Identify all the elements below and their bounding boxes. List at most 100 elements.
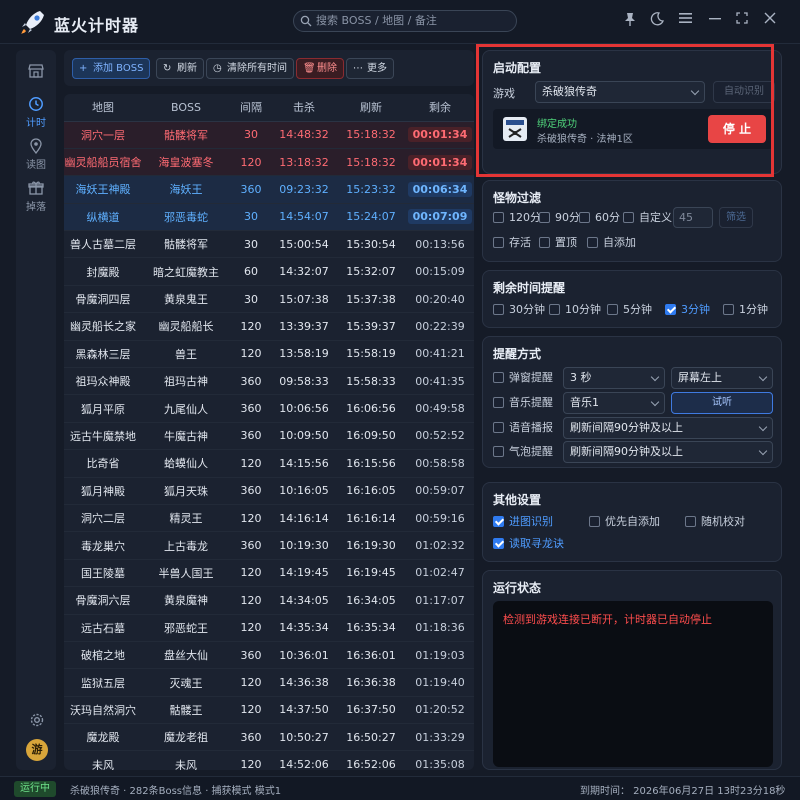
cell-refresh: 16:36:38 [336, 668, 406, 697]
maximize-icon[interactable] [734, 12, 750, 28]
filter-alive-checkbox[interactable]: 存活 [493, 236, 531, 250]
remaining-badge: 00:06:34 [407, 181, 473, 197]
column-header-remaining[interactable]: 剩余 [406, 94, 474, 122]
delete-button[interactable]: 🗑 删除 [296, 58, 344, 79]
table-row[interactable]: 毒龙巢穴 上古毒龙 360 10:19:30 16:19:30 01:02:32 [64, 531, 474, 560]
sidebar-item-drops[interactable]: 掉落 [16, 180, 56, 213]
bubble-remind-checkbox[interactable]: 气泡提醒 [493, 445, 553, 459]
menu-icon[interactable] [677, 12, 693, 28]
table-row[interactable]: 狐月平原 九尾仙人 360 10:06:56 16:06:56 00:49:58 [64, 394, 474, 423]
table-row[interactable]: 幽灵船船员宿舍 海皇波塞冬 120 13:18:32 15:18:32 00:01:34 [64, 148, 474, 177]
cell-interval: 120 [230, 586, 272, 615]
map-detect-checkbox[interactable]: 进图识别 [493, 515, 553, 529]
table-row[interactable]: 远古牛魔禁地 牛魔古神 360 10:09:50 16:09:50 00:52:52 [64, 422, 474, 451]
close-icon[interactable] [762, 12, 778, 28]
table-row[interactable]: 魔龙殿 魔龙老祖 360 10:50:27 16:50:27 01:33:29 [64, 723, 474, 752]
table-row[interactable]: 比奇省 蛤蟆仙人 120 14:15:56 16:15:56 00:58:58 [64, 449, 474, 478]
table-row[interactable]: 海妖王神殿 海妖王 360 09:23:32 15:23:32 00:06:34 [64, 175, 474, 204]
table-row[interactable]: 远古石墓 邪恶蛇王 120 14:35:34 16:35:34 01:18:36 [64, 614, 474, 642]
cell-boss: 蛤蟆仙人 [142, 449, 230, 478]
sidebar-item-timer[interactable]: 计时 [16, 96, 56, 129]
table-row[interactable]: 兽人古墓二层 骷髅将军 30 15:00:54 15:30:54 00:13:56 [64, 230, 474, 259]
table-row[interactable]: 未风 未风 120 14:52:06 16:52:06 01:35:08 [64, 750, 474, 770]
remind-3min-checkbox[interactable]: 3分钟 [665, 303, 710, 317]
table-row[interactable]: 洞穴二层 精灵王 120 14:16:14 16:16:14 00:59:16 [64, 504, 474, 533]
table-row[interactable]: 洞穴一层 骷髅将军 30 14:48:32 15:18:32 00:01:34 [64, 121, 474, 149]
refresh-button[interactable]: ↻ 刷新 [156, 58, 204, 79]
filter-120-checkbox[interactable]: 120分 [493, 211, 541, 225]
moon-icon[interactable] [649, 12, 665, 28]
filter-60-checkbox[interactable]: 60分 [579, 211, 620, 225]
voice-interval-select[interactable]: 刷新间隔90分钟及以上 [563, 417, 773, 439]
search-input[interactable]: 搜索 BOSS / 地图 / 备注 [293, 10, 517, 32]
table-row[interactable]: 骨魔洞四层 黄泉鬼王 30 15:07:38 15:37:38 00:20:40 [64, 285, 474, 314]
voice-remind-checkbox[interactable]: 语音播报 [493, 421, 553, 435]
filter-self-added-checkbox[interactable]: 自添加 [587, 236, 636, 250]
pin-icon[interactable] [622, 12, 638, 28]
cell-boss: 海皇波塞冬 [142, 148, 230, 177]
remind-5min-checkbox[interactable]: 5分钟 [607, 303, 652, 317]
table-row[interactable]: 骨魔洞六层 黄泉魔神 120 14:34:05 16:34:05 01:17:07 [64, 586, 474, 615]
popup-remind-checkbox[interactable]: 弹窗提醒 [493, 371, 553, 385]
table-row[interactable]: 监狱五层 灭魂王 120 14:36:38 16:36:38 01:19:40 [64, 668, 474, 697]
map-pin-icon [30, 138, 42, 154]
cell-refresh: 15:24:07 [336, 203, 406, 232]
table-row[interactable]: 纵横道 邪恶毒蛇 30 14:54:07 15:24:07 00:07:09 [64, 203, 474, 232]
custom-minutes-input[interactable]: 45 [673, 207, 713, 228]
read-xunlongjue-checkbox[interactable]: 读取寻龙诀 [493, 537, 564, 551]
remind-10min-checkbox[interactable]: 10分钟 [549, 303, 601, 317]
table-row[interactable]: 国王陵墓 半兽人国王 120 14:19:45 16:19:45 01:02:47 [64, 559, 474, 588]
cell-map: 监狱五层 [64, 668, 142, 697]
music-remind-checkbox[interactable]: 音乐提醒 [493, 396, 553, 410]
settings-gear-icon[interactable] [29, 712, 45, 731]
sidebar-item-read-map[interactable]: 读图 [16, 138, 56, 171]
cell-refresh: 16:16:05 [336, 477, 406, 505]
cell-refresh: 16:15:56 [336, 449, 406, 478]
table-row[interactable]: 破棺之地 盘丝大仙 360 10:36:01 16:36:01 01:19:03 [64, 641, 474, 670]
more-button[interactable]: ⋯ 更多 [346, 58, 394, 79]
table-row[interactable]: 狐月神殿 狐月天珠 360 10:16:05 16:16:05 00:59:07 [64, 477, 474, 505]
minimize-icon[interactable] [707, 12, 723, 28]
preview-sound-button[interactable]: 试听 [671, 392, 773, 414]
table-row[interactable]: 沃玛自然洞穴 骷髅王 120 14:37:50 16:37:50 01:20:52 [64, 696, 474, 725]
table-row[interactable]: 封魔殿 暗之虹魔教主 60 14:32:07 15:32:07 00:15:09 [64, 257, 474, 286]
column-header-refresh[interactable]: 刷新 [336, 94, 406, 122]
cell-remaining: 00:22:39 [406, 312, 474, 341]
cell-refresh: 15:18:32 [336, 148, 406, 177]
cell-map: 幽灵船长之家 [64, 312, 142, 341]
table-header-row: 地图 BOSS 间隔 击杀 刷新 剩余 [64, 94, 474, 122]
bubble-interval-select[interactable]: 刷新间隔90分钟及以上 [563, 441, 773, 463]
add-boss-button[interactable]: + 添加 BOSS [72, 58, 151, 79]
cell-kill: 14:16:14 [272, 504, 336, 533]
filter-custom-checkbox[interactable]: 自定义 [623, 211, 672, 225]
music-select[interactable]: 音乐1 [563, 392, 665, 414]
random-verify-checkbox[interactable]: 随机校对 [685, 515, 745, 529]
table-row[interactable]: 黑森林三层 兽王 120 13:58:19 15:58:19 00:41:21 [64, 340, 474, 369]
trash-icon: 🗑 [303, 63, 316, 74]
filter-pin-top-checkbox[interactable]: 置顶 [539, 236, 577, 250]
column-header-kill[interactable]: 击杀 [272, 94, 336, 122]
table-row[interactable]: 祖玛众神殿 祖玛古神 360 09:58:33 15:58:33 00:41:35 [64, 367, 474, 396]
column-header-boss[interactable]: BOSS [142, 94, 230, 122]
popup-duration-select[interactable]: 3 秒 [563, 367, 665, 389]
filter-90-checkbox[interactable]: 90分 [539, 211, 580, 225]
filter-button[interactable]: 筛选 [719, 207, 753, 228]
cell-kill: 10:36:01 [272, 641, 336, 670]
remind-1min-checkbox[interactable]: 1分钟 [723, 303, 768, 317]
column-header-map[interactable]: 地图 [64, 94, 142, 122]
cell-kill: 10:06:56 [272, 394, 336, 423]
table-row[interactable]: 幽灵船长之家 幽灵船船长 120 13:39:37 15:39:37 00:22:39 [64, 312, 474, 341]
prefer-self-added-checkbox[interactable]: 优先自添加 [589, 515, 660, 529]
cell-interval: 120 [230, 340, 272, 369]
cell-map: 黑森林三层 [64, 340, 142, 369]
cell-boss: 兽王 [142, 340, 230, 369]
cell-remaining: 01:02:32 [406, 531, 474, 560]
popup-position-select[interactable]: 屏幕左上 [671, 367, 773, 389]
clear-times-button[interactable]: ◷ 清除所有时间 [206, 58, 294, 79]
cell-remaining: 00:06:34 [406, 175, 474, 204]
remind-30min-checkbox[interactable]: 30分钟 [493, 303, 545, 317]
cell-interval: 30 [230, 203, 272, 232]
sidebar-item-shop[interactable] [16, 64, 56, 80]
column-header-interval[interactable]: 间隔 [230, 94, 272, 122]
avatar[interactable]: 游 [26, 739, 48, 761]
